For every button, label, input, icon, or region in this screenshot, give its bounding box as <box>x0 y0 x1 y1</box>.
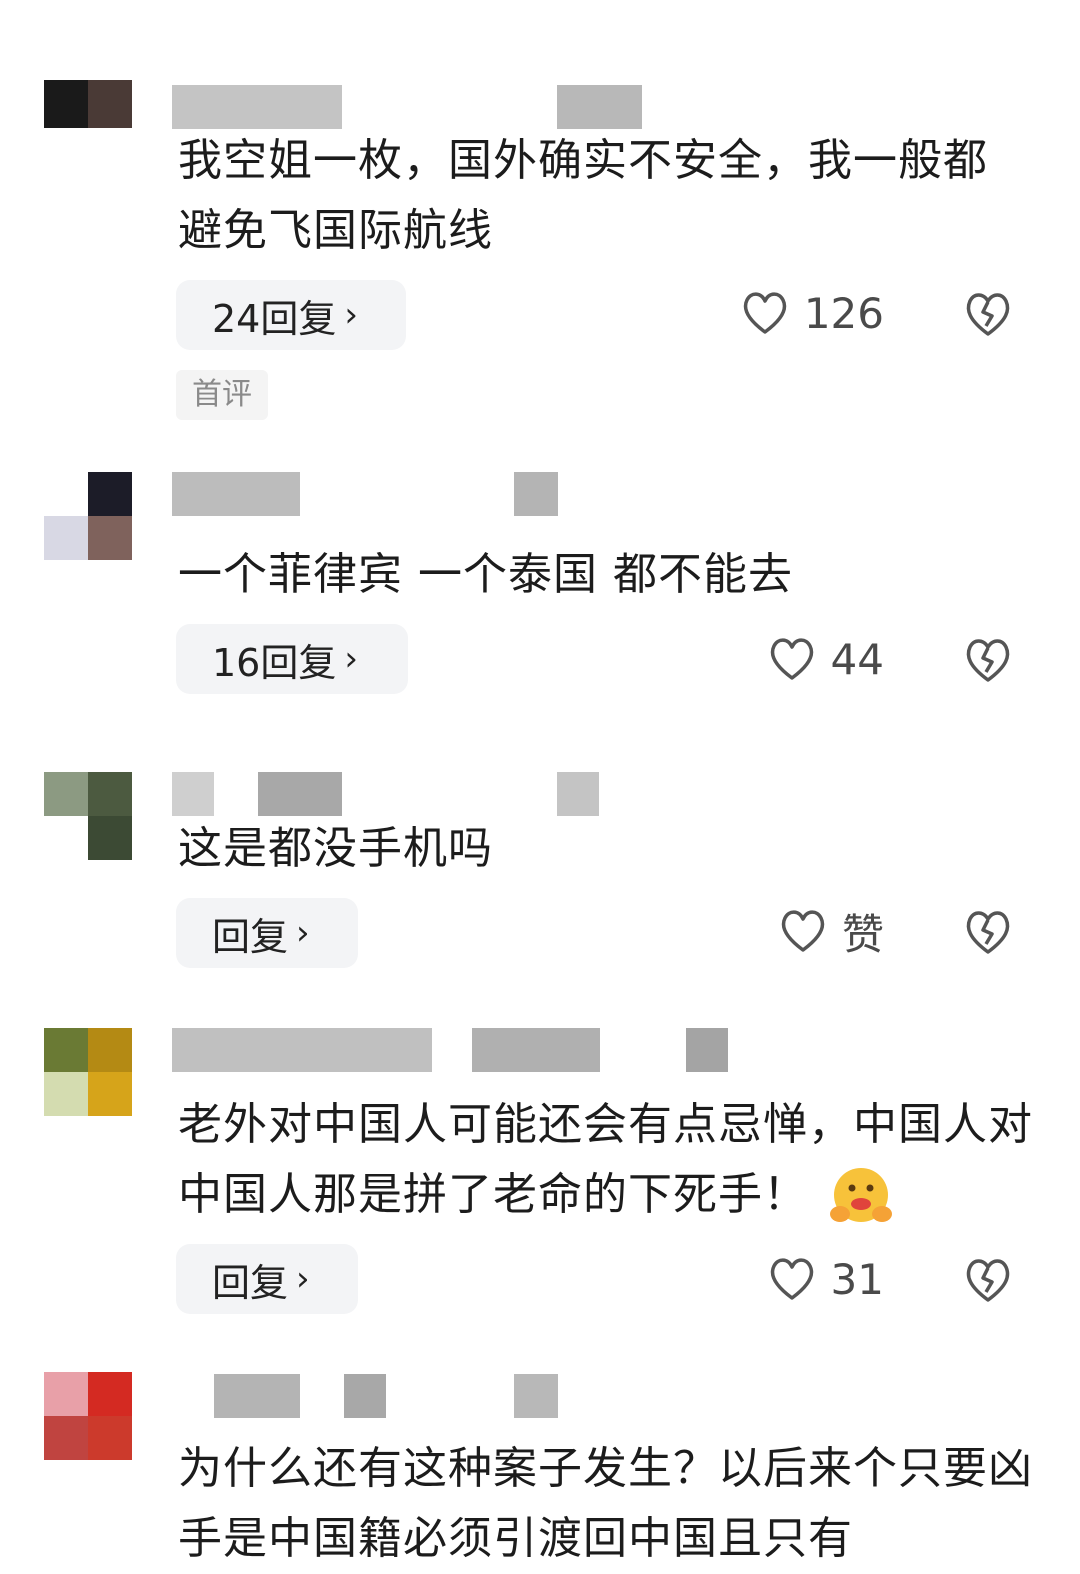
like-count: 31 <box>830 1254 884 1304</box>
comment-item: 我空姐一枚，国外确实不安全，我一般都避免飞国际航线 24回复 › 126 首评 <box>0 0 1080 440</box>
comment-text: 我空姐一枚，国外确实不安全，我一般都避免飞国际航线 <box>178 135 988 256</box>
comment-item: 一个菲律宾 一个泰国 都不能去 16回复 › 44 <box>0 440 1080 730</box>
reply-button[interactable]: 回复 › <box>176 898 358 968</box>
broken-heart-icon[interactable] <box>962 1254 1014 1306</box>
reply-label: 24回复 <box>212 296 337 341</box>
comment-item: 这是都没手机吗 回复 › 赞 <box>0 730 1080 1010</box>
first-comment-tag: 首评 <box>176 370 268 420</box>
heart-outline-icon <box>770 638 813 680</box>
reply-label: 回复 <box>212 1260 289 1305</box>
like-button[interactable]: 44 <box>700 624 884 694</box>
chevron-right-icon: › <box>296 913 310 953</box>
chevron-right-icon: › <box>344 295 358 335</box>
reply-button[interactable]: 16回复 › <box>176 624 408 694</box>
comment-item: 为什么还有这种案子发生？以后来个只要凶手是中国籍必须引渡回中国且只有 <box>0 1350 1080 1572</box>
avatar[interactable] <box>44 772 132 860</box>
avatar[interactable] <box>44 80 132 168</box>
chevron-right-icon: › <box>296 1259 310 1299</box>
heart-outline-icon <box>743 292 787 334</box>
like-count: 44 <box>830 634 884 684</box>
like-count: 赞 <box>841 909 884 959</box>
avatar[interactable] <box>44 1372 132 1460</box>
username-blurred[interactable] <box>172 472 602 516</box>
broken-heart-icon[interactable] <box>962 634 1014 686</box>
heart-outline-icon <box>781 910 825 952</box>
reply-label: 回复 <box>212 914 289 959</box>
chevron-right-icon: › <box>344 639 358 679</box>
hug-face-emoji <box>830 1168 892 1222</box>
broken-heart-icon[interactable] <box>962 906 1014 958</box>
like-button[interactable]: 126 <box>700 278 884 348</box>
heart-outline-icon <box>770 1258 813 1300</box>
username-blurred[interactable] <box>172 772 602 816</box>
username-blurred[interactable] <box>172 1028 732 1072</box>
comment-text-content: 老外对中国人可能还会有点忌惮，中国人对中国人那是拼了老命的下死手！ <box>178 1099 1033 1220</box>
avatar[interactable] <box>44 1028 132 1116</box>
like-button[interactable]: 31 <box>700 1244 884 1314</box>
like-count: 126 <box>803 288 884 338</box>
reply-button[interactable]: 24回复 › <box>176 280 406 350</box>
comment-text: 这是都没手机吗 <box>178 823 493 874</box>
comment-item: 老外对中国人可能还会有点忌惮，中国人对中国人那是拼了老命的下死手！ 回复 › 3… <box>0 1010 1080 1350</box>
like-button[interactable]: 赞 <box>700 896 884 966</box>
username-blurred[interactable] <box>172 1374 602 1418</box>
comment-text: 一个菲律宾 一个泰国 都不能去 <box>178 549 793 600</box>
reply-label: 16回复 <box>212 640 337 685</box>
reply-button[interactable]: 回复 › <box>176 1244 358 1314</box>
avatar[interactable] <box>44 472 132 560</box>
username-blurred[interactable] <box>172 85 642 129</box>
comment-text: 为什么还有这种案子发生？以后来个只要凶手是中国籍必须引渡回中国且只有 <box>178 1443 1033 1564</box>
comment-text: 老外对中国人可能还会有点忌惮，中国人对中国人那是拼了老命的下死手！ <box>178 1090 1038 1230</box>
broken-heart-icon[interactable] <box>962 288 1014 340</box>
